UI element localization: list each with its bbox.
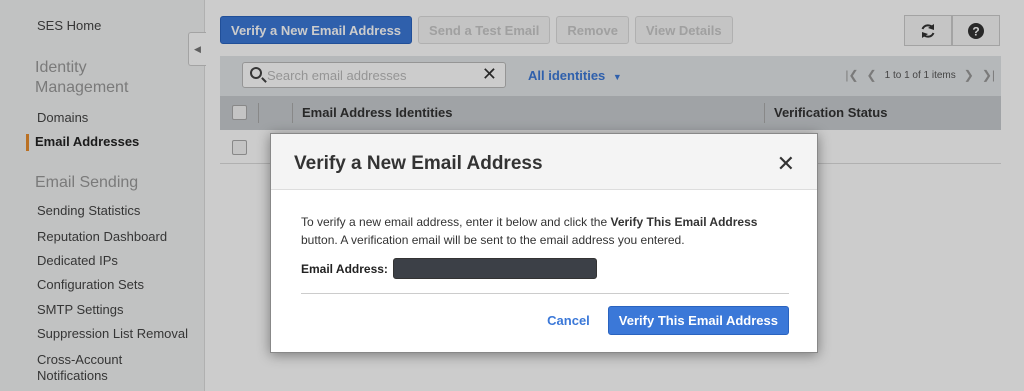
- email-address-label: Email Address:: [301, 261, 388, 276]
- email-address-row: Email Address:: [301, 258, 597, 279]
- verify-this-email-button[interactable]: Verify This Email Address: [607, 306, 789, 335]
- dialog-instructions: To verify a new email address, enter it …: [301, 213, 791, 249]
- dialog-header: Verify a New Email Address ✕: [271, 134, 817, 190]
- email-address-field[interactable]: [392, 258, 597, 279]
- verify-email-dialog: Verify a New Email Address ✕ To verify a…: [270, 133, 818, 353]
- cancel-button[interactable]: Cancel: [547, 313, 590, 328]
- dialog-title: Verify a New Email Address: [294, 153, 543, 174]
- close-icon[interactable]: ✕: [777, 151, 795, 177]
- instructions-text-post: button. A verification email will be sen…: [301, 233, 685, 247]
- instructions-text-pre: To verify a new email address, enter it …: [301, 215, 611, 229]
- divider: [301, 293, 789, 294]
- instructions-text-bold: Verify This Email Address: [610, 215, 758, 229]
- dialog-footer: Cancel Verify This Email Address: [547, 306, 789, 335]
